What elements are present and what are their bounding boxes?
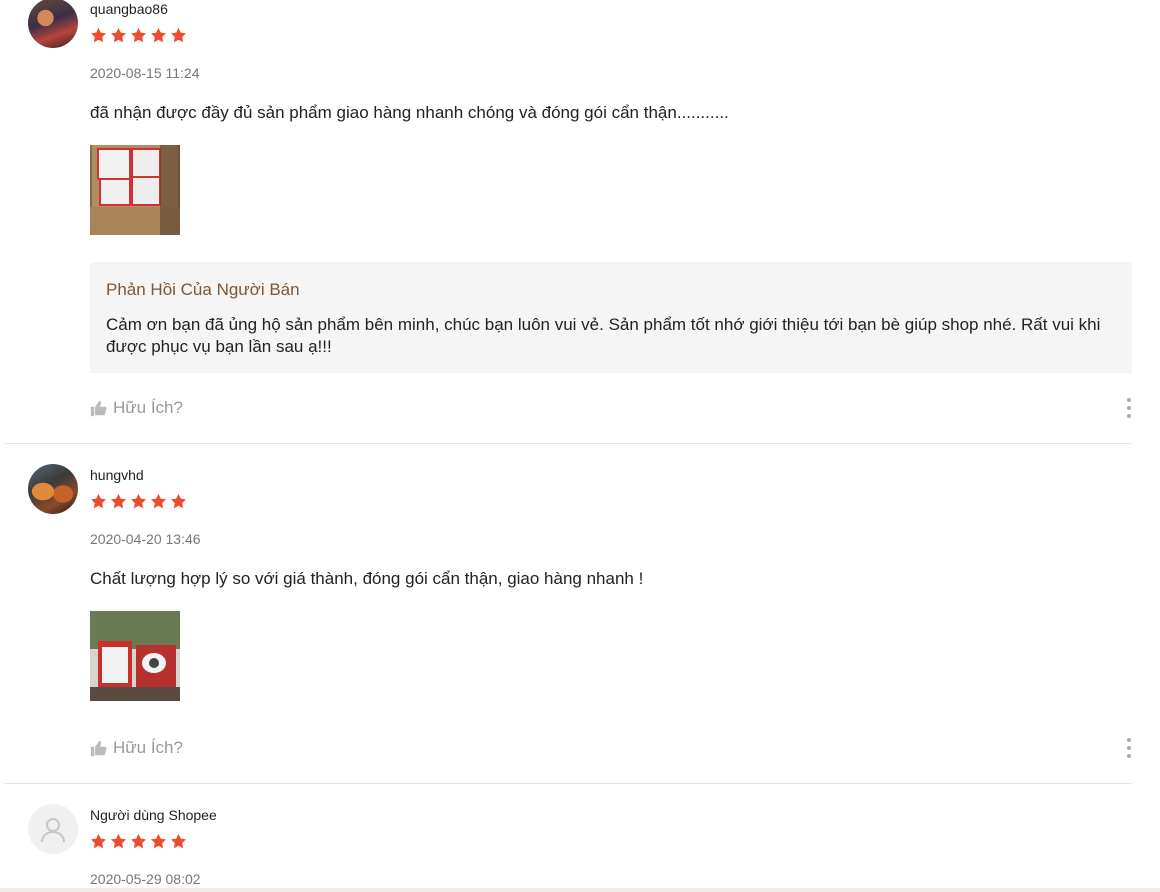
star-icon: [151, 493, 166, 509]
username[interactable]: Người dùng Shopee: [90, 807, 217, 823]
rating-stars: [90, 27, 187, 44]
star-icon: [91, 493, 106, 509]
more-vertical-icon: [1127, 738, 1131, 742]
avatar[interactable]: [28, 804, 78, 854]
more-vertical-icon: [1127, 398, 1131, 402]
seller-reply-title: Phản Hồi Của Người Bán: [106, 280, 300, 299]
review-timestamp: 2020-05-29 08:02: [90, 871, 201, 887]
thumbs-up-icon: [90, 400, 107, 416]
bottom-divider: [0, 888, 1160, 892]
review-comment: đã nhận được đầy đủ sản phẩm giao hàng n…: [90, 103, 729, 122]
star-icon: [151, 833, 166, 849]
username[interactable]: hungvhd: [90, 467, 144, 483]
rating-stars: [90, 493, 187, 510]
user-icon: [41, 818, 65, 843]
review-photo[interactable]: [90, 611, 180, 701]
avatar[interactable]: [28, 0, 78, 48]
review-photo[interactable]: [90, 145, 180, 235]
username[interactable]: quangbao86: [90, 1, 168, 17]
more-options-button[interactable]: [1124, 738, 1134, 758]
star-icon: [91, 833, 106, 849]
star-icon: [91, 27, 106, 43]
helpful-button[interactable]: Hữu Ích?: [90, 398, 183, 418]
thumbs-up-icon: [90, 740, 107, 756]
star-icon: [151, 27, 166, 43]
more-options-button[interactable]: [1124, 398, 1134, 418]
seller-reply: Phản Hồi Của Người Bán Cảm ơn bạn đã ủng…: [90, 262, 1132, 373]
star-icon: [171, 493, 186, 509]
review-timestamp: 2020-08-15 11:24: [90, 65, 200, 81]
star-icon: [111, 27, 126, 43]
review-divider: [4, 783, 1132, 784]
review-photo-image: [90, 145, 180, 235]
review-divider: [4, 443, 1132, 444]
star-icon: [131, 493, 146, 509]
rating-stars: [90, 833, 187, 850]
star-icon: [171, 833, 186, 849]
star-icon: [111, 493, 126, 509]
review-comment: Chất lượng hợp lý so với giá thành, đóng…: [90, 569, 644, 588]
seller-reply-text: Cảm ơn bạn đã ủng hộ sản phẩm bên minh, …: [106, 315, 1101, 356]
avatar[interactable]: [28, 464, 78, 514]
helpful-button[interactable]: Hữu Ích?: [90, 738, 183, 758]
star-icon: [131, 27, 146, 43]
helpful-label: Hữu Ích?: [113, 738, 183, 757]
star-icon: [111, 833, 126, 849]
helpful-label: Hữu Ích?: [113, 398, 183, 417]
review-photo-image: [90, 611, 180, 701]
star-icon: [131, 833, 146, 849]
star-icon: [171, 27, 186, 43]
review-timestamp: 2020-04-20 13:46: [90, 531, 201, 547]
